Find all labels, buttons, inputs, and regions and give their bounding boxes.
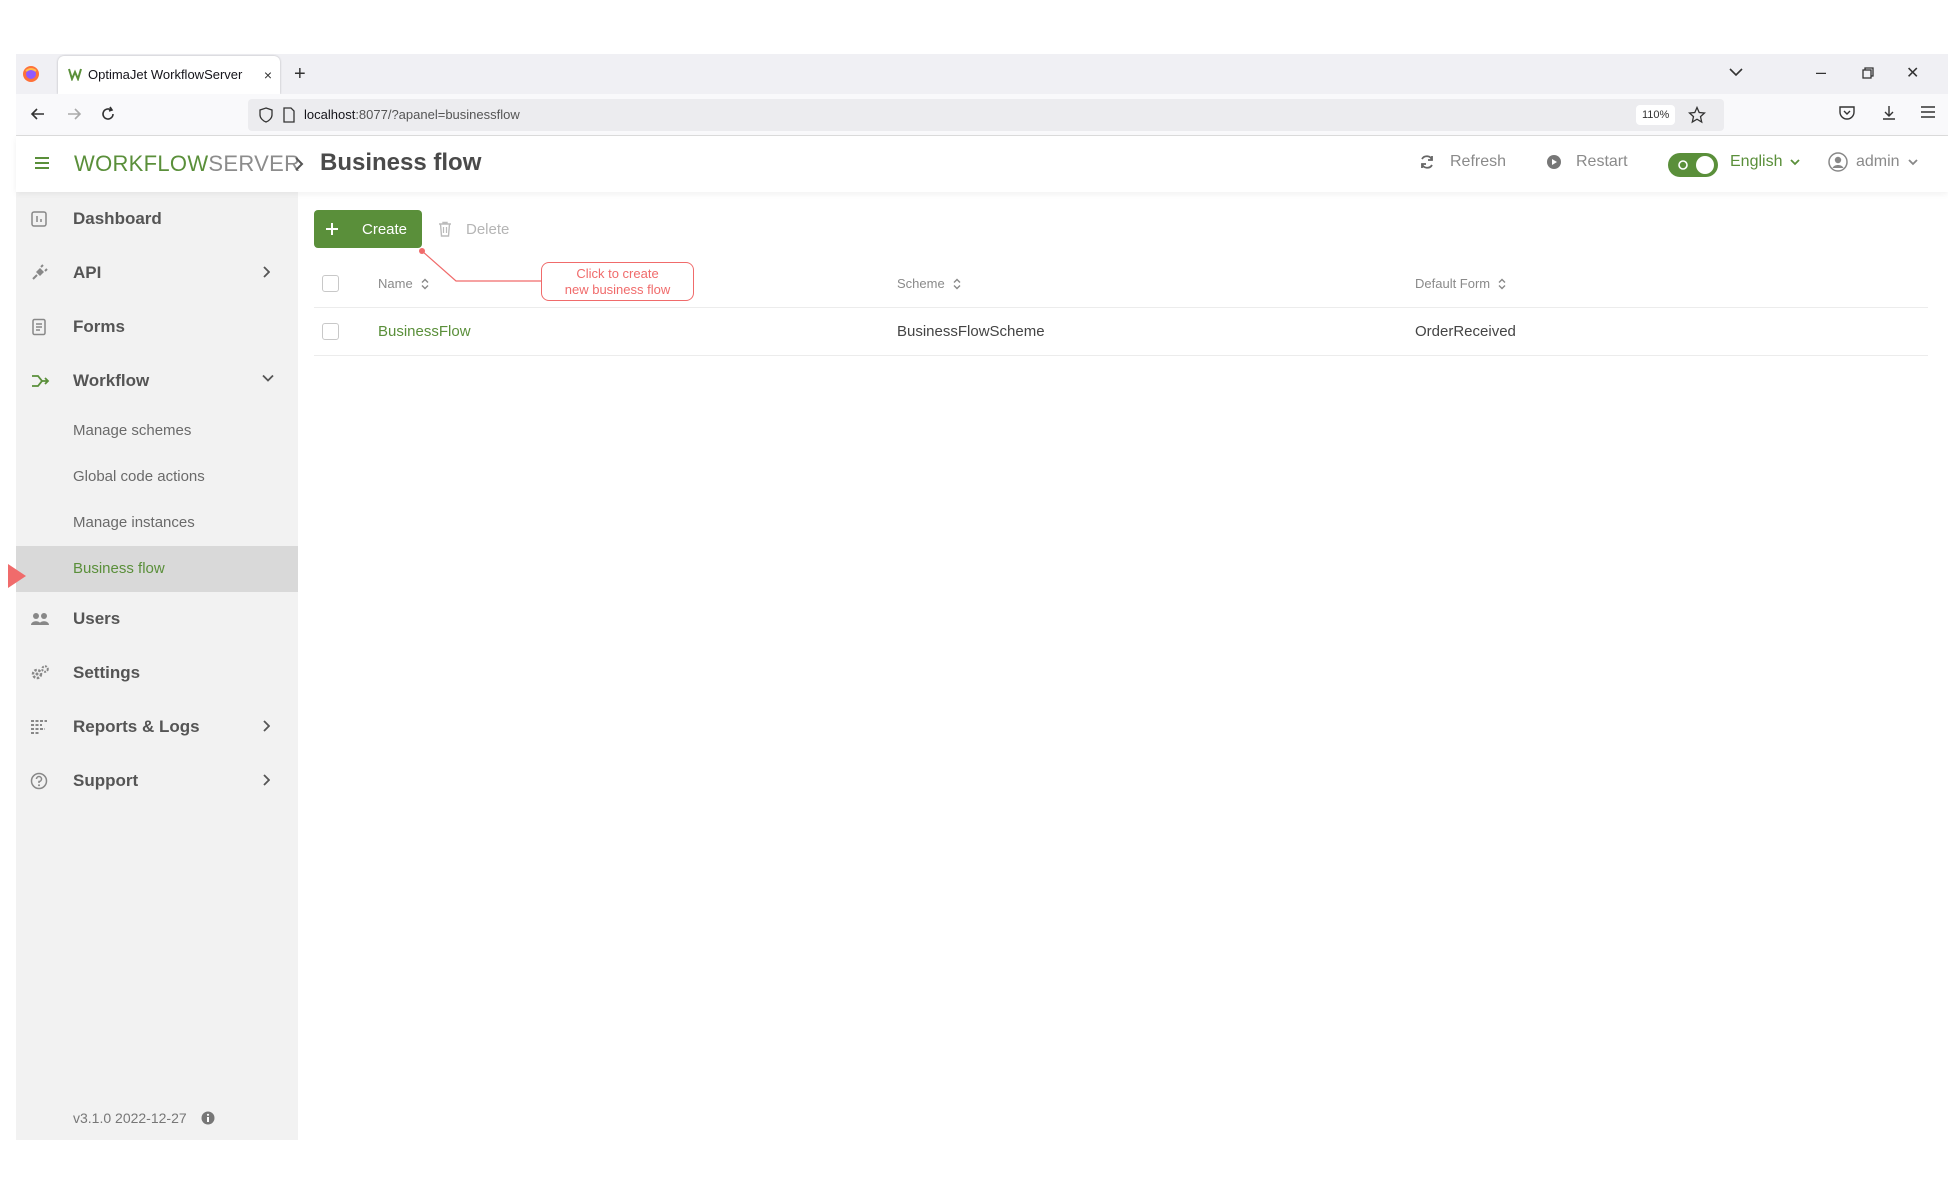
sidebar-subitem-manage-instances[interactable]: Manage instances	[16, 500, 298, 546]
sidebar-subitem-business-flow[interactable]: Business flow	[16, 546, 298, 592]
chevron-right-icon	[262, 266, 270, 278]
workflow-favicon-icon	[68, 67, 82, 81]
column-header-scheme[interactable]: Scheme	[897, 276, 961, 291]
window-minimize-button[interactable]: –	[1816, 62, 1826, 83]
create-button[interactable]: Create	[314, 210, 422, 248]
tab-close-icon[interactable]: ×	[264, 67, 272, 83]
language-label: English	[1730, 153, 1783, 170]
sidebar: Dashboard API Forms Workflow Manage sche…	[16, 192, 298, 1140]
column-header-name[interactable]: Name	[378, 276, 429, 291]
row-checkbox[interactable]	[322, 323, 339, 340]
download-icon[interactable]	[1880, 104, 1898, 122]
firefox-icon[interactable]	[22, 65, 40, 83]
language-selector[interactable]: English	[1730, 153, 1801, 171]
sidebar-subitem-manage-schemes[interactable]: Manage schemes	[16, 408, 298, 454]
create-label: Create	[362, 221, 408, 238]
table-row[interactable]: BusinessFlow BusinessFlowScheme OrderRec…	[314, 308, 1928, 356]
sidebar-item-workflow[interactable]: Workflow	[16, 354, 298, 408]
reports-icon	[30, 718, 50, 736]
url-text[interactable]: localhost:8077/?apanel=businessflow	[304, 107, 520, 122]
main-content: Create Delete Name Scheme Default Form B…	[298, 192, 1948, 1140]
bookmark-star-icon[interactable]	[1688, 106, 1706, 124]
restart-button[interactable]: Restart	[1546, 153, 1628, 171]
users-icon	[30, 610, 50, 628]
row-scheme: BusinessFlowScheme	[897, 323, 1045, 340]
user-circle-icon	[1828, 152, 1848, 172]
page-title: Business flow	[320, 149, 482, 176]
hamburger-menu-icon[interactable]	[34, 156, 50, 170]
window-restore-icon[interactable]	[1862, 67, 1874, 79]
sidebar-item-settings[interactable]: Settings	[16, 646, 298, 700]
delete-button[interactable]: Delete	[438, 210, 509, 248]
chevron-right-icon	[262, 774, 270, 786]
pocket-icon[interactable]	[1838, 104, 1856, 122]
sidebar-item-support[interactable]: Support	[16, 754, 298, 808]
plus-icon	[324, 221, 340, 237]
workflow-icon	[30, 372, 50, 390]
dashboard-icon	[30, 210, 50, 228]
browser-tab[interactable]: OptimaJet WorkflowServer ×	[58, 56, 280, 94]
refresh-button[interactable]: Refresh	[1418, 153, 1506, 171]
version-info: v3.1.0 2022-12-27	[73, 1110, 215, 1126]
navigation-bar: localhost:8077/?apanel=businessflow 110%	[16, 94, 1948, 136]
url-bar[interactable]: localhost:8077/?apanel=businessflow 110%	[248, 99, 1724, 131]
user-name: admin	[1856, 153, 1900, 170]
sidebar-item-reports-logs[interactable]: Reports & Logs	[16, 700, 298, 754]
row-name-link[interactable]: BusinessFlow	[378, 323, 471, 340]
question-icon	[30, 772, 50, 790]
chevron-down-icon	[1790, 158, 1801, 166]
active-page-pointer	[8, 564, 26, 588]
sun-icon	[1676, 158, 1690, 172]
sort-icon	[421, 278, 429, 290]
theme-toggle[interactable]	[1668, 153, 1718, 177]
info-icon[interactable]	[201, 1111, 215, 1125]
restart-label: Restart	[1576, 153, 1628, 170]
sidebar-item-api[interactable]: API	[16, 246, 298, 300]
trash-icon	[438, 221, 452, 237]
sidebar-item-dashboard[interactable]: Dashboard	[16, 192, 298, 246]
shield-icon[interactable]	[258, 107, 274, 123]
forward-arrow-icon[interactable]	[64, 104, 84, 124]
create-callout: Click to create new business flow	[541, 262, 694, 301]
app-header: WORKFLOWSERVER Business flow Refresh Res…	[16, 136, 1948, 192]
chevron-right-icon	[262, 720, 270, 732]
select-all-checkbox[interactable]	[322, 275, 339, 292]
new-tab-button[interactable]: +	[294, 64, 306, 84]
tab-title: OptimaJet WorkflowServer	[88, 67, 243, 82]
app-menu-icon[interactable]	[1920, 104, 1936, 120]
sort-icon	[953, 278, 961, 290]
sidebar-item-users[interactable]: Users	[16, 592, 298, 646]
plug-icon	[30, 264, 50, 282]
toggle-knob	[1696, 156, 1714, 174]
column-header-default-form[interactable]: Default Form	[1415, 276, 1506, 291]
callout-line-2: new business flow	[564, 282, 671, 297]
chevron-down-icon	[1907, 158, 1918, 166]
user-menu[interactable]: admin	[1828, 152, 1918, 172]
browser-window: OptimaJet WorkflowServer × + – ✕ localho…	[16, 54, 1948, 1140]
chevron-down-icon	[262, 374, 274, 382]
sidebar-subitem-global-code-actions[interactable]: Global code actions	[16, 454, 298, 500]
page-icon[interactable]	[282, 107, 296, 123]
delete-label: Delete	[466, 220, 510, 238]
zoom-level-badge[interactable]: 110%	[1636, 105, 1676, 125]
gears-icon	[30, 664, 50, 682]
window-close-button[interactable]: ✕	[1906, 63, 1919, 83]
refresh-label: Refresh	[1450, 153, 1507, 170]
breadcrumb-chevron-icon	[294, 157, 304, 171]
version-label: v3.1.0 2022-12-27	[73, 1110, 187, 1126]
back-arrow-icon[interactable]	[28, 104, 48, 124]
reload-icon[interactable]	[98, 104, 118, 124]
sort-icon	[1498, 278, 1506, 290]
workflow-server-logo[interactable]: WORKFLOWSERVER	[74, 151, 300, 177]
list-tabs-icon[interactable]	[1728, 66, 1744, 78]
row-default-form: OrderReceived	[1415, 323, 1516, 340]
callout-line-1: Click to create	[576, 266, 659, 281]
tab-bar: OptimaJet WorkflowServer × + – ✕	[16, 54, 1948, 94]
refresh-icon	[1418, 153, 1436, 171]
play-circle-icon	[1546, 154, 1562, 170]
sidebar-item-forms[interactable]: Forms	[16, 300, 298, 354]
forms-icon	[30, 318, 50, 336]
